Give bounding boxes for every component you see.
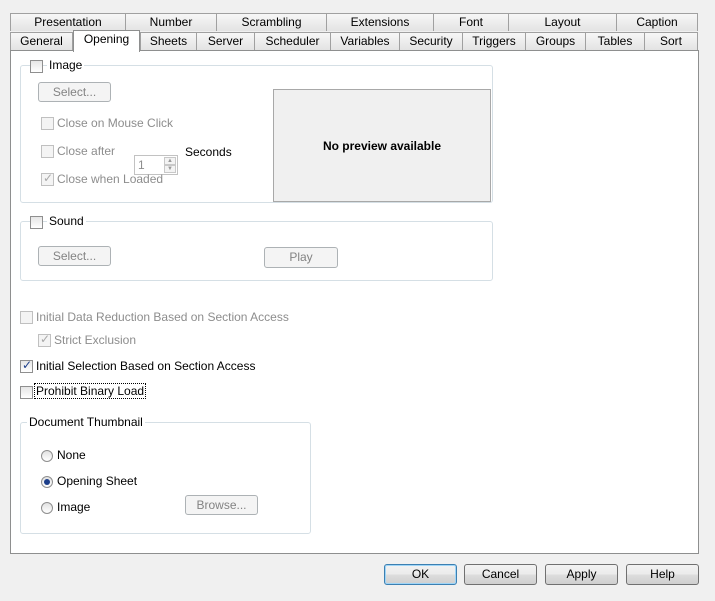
checkmark-icon: ✓ bbox=[40, 332, 51, 346]
image-group-label: Image bbox=[47, 58, 85, 72]
thumbnail-opening-sheet-label: Opening Sheet bbox=[57, 474, 138, 488]
strict-exclusion-checkbox[interactable]: ✓ bbox=[38, 332, 51, 347]
sound-play-button[interactable]: Play bbox=[264, 247, 338, 268]
document-thumbnail-group: Document Thumbnail None Opening Sheet Im… bbox=[20, 415, 311, 534]
tab-general[interactable]: General bbox=[10, 32, 73, 50]
tab-scrambling[interactable]: Scrambling bbox=[216, 13, 327, 31]
tab-number[interactable]: Number bbox=[125, 13, 217, 31]
initial-selection-checkbox[interactable]: ✓ bbox=[20, 358, 33, 373]
tab-scheduler[interactable]: Scheduler bbox=[254, 32, 331, 50]
thumbnail-image-radio[interactable] bbox=[41, 502, 53, 514]
initial-selection-label: Initial Selection Based on Section Acces… bbox=[36, 359, 256, 373]
sound-group: Sound Select... Play bbox=[20, 214, 493, 281]
tab-opening[interactable]: Opening bbox=[73, 30, 140, 52]
close-after-checkbox[interactable] bbox=[41, 145, 54, 158]
tab-tables[interactable]: Tables bbox=[585, 32, 645, 50]
sound-group-label: Sound bbox=[47, 214, 86, 228]
close-after-label: Close after bbox=[57, 144, 116, 158]
close-on-mouse-click-label: Close on Mouse Click bbox=[57, 116, 174, 130]
seconds-label: Seconds bbox=[185, 145, 232, 159]
ok-button[interactable]: OK bbox=[384, 564, 457, 585]
spin-down-icon[interactable]: ▼ bbox=[164, 165, 176, 173]
tab-security[interactable]: Security bbox=[399, 32, 463, 50]
initial-data-reduction-label: Initial Data Reduction Based on Section … bbox=[36, 310, 289, 324]
prohibit-binary-load-checkbox[interactable] bbox=[20, 386, 33, 399]
tab-groups[interactable]: Groups bbox=[525, 32, 586, 50]
tab-presentation[interactable]: Presentation bbox=[10, 13, 126, 31]
tab-variables[interactable]: Variables bbox=[330, 32, 400, 50]
thumbnail-image-label: Image bbox=[57, 500, 91, 514]
preview-text: No preview available bbox=[322, 138, 442, 153]
opening-tab-panel: Image Select... Close on Mouse Click Clo… bbox=[10, 50, 699, 554]
close-when-loaded-label: Close when Loaded bbox=[57, 172, 164, 186]
spin-up-icon[interactable]: ▲ bbox=[164, 157, 176, 165]
checkmark-icon: ✓ bbox=[43, 171, 54, 185]
strict-exclusion-label: Strict Exclusion bbox=[54, 333, 137, 347]
tab-sort[interactable]: Sort bbox=[644, 32, 698, 50]
tab-sheets[interactable]: Sheets bbox=[140, 32, 197, 50]
checkmark-icon: ✓ bbox=[22, 358, 33, 372]
sound-checkbox[interactable] bbox=[30, 216, 43, 229]
cancel-button[interactable]: Cancel bbox=[464, 564, 537, 585]
image-select-button[interactable]: Select... bbox=[38, 82, 111, 102]
tab-layout[interactable]: Layout bbox=[508, 13, 617, 31]
tab-extensions[interactable]: Extensions bbox=[326, 13, 434, 31]
image-group: Image Select... Close on Mouse Click Clo… bbox=[20, 58, 493, 203]
prohibit-binary-load-label: Prohibit Binary Load bbox=[33, 383, 147, 399]
tab-server[interactable]: Server bbox=[196, 32, 255, 50]
tab-triggers[interactable]: Triggers bbox=[462, 32, 526, 50]
sound-select-button[interactable]: Select... bbox=[38, 246, 111, 266]
help-button[interactable]: Help bbox=[626, 564, 699, 585]
thumbnail-none-label: None bbox=[57, 448, 86, 462]
document-thumbnail-label: Document Thumbnail bbox=[27, 415, 145, 429]
thumbnail-opening-sheet-radio[interactable] bbox=[41, 476, 53, 488]
close-after-seconds-value: 1 bbox=[138, 158, 145, 172]
radio-selected-dot bbox=[44, 479, 50, 485]
thumbnail-browse-button[interactable]: Browse... bbox=[185, 495, 258, 515]
image-checkbox[interactable] bbox=[30, 60, 43, 73]
tab-caption[interactable]: Caption bbox=[616, 13, 698, 31]
close-when-loaded-checkbox[interactable]: ✓ bbox=[41, 171, 54, 186]
thumbnail-none-radio[interactable] bbox=[41, 450, 53, 462]
close-on-mouse-click-checkbox[interactable] bbox=[41, 117, 54, 130]
initial-data-reduction-checkbox[interactable] bbox=[20, 311, 33, 324]
image-preview: No preview available bbox=[273, 89, 491, 202]
apply-button[interactable]: Apply bbox=[545, 564, 618, 585]
tab-font[interactable]: Font bbox=[433, 13, 509, 31]
